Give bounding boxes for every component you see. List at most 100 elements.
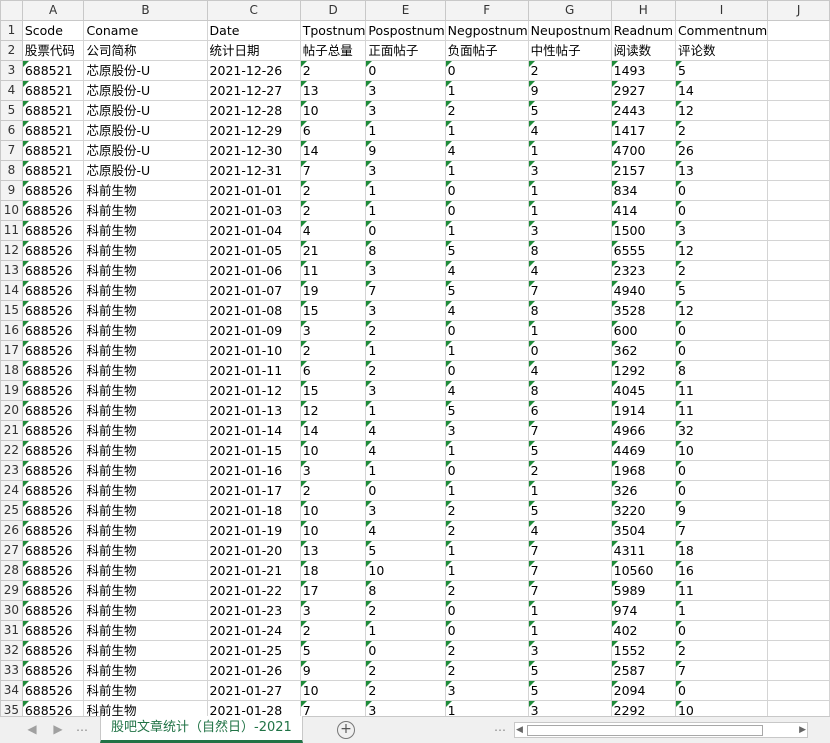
cell[interactable]: 2927: [610, 80, 676, 101]
cell[interactable]: 688526: [21, 620, 85, 641]
cell[interactable]: 18: [674, 540, 769, 561]
cell[interactable]: 1: [527, 140, 612, 161]
cell[interactable]: 4: [444, 380, 529, 401]
column-header[interactable]: F: [444, 0, 529, 21]
cell[interactable]: 2021-01-11: [206, 360, 301, 381]
cell[interactable]: 1: [444, 560, 529, 581]
cell[interactable]: 3: [365, 80, 446, 101]
row-header[interactable]: 4: [0, 80, 23, 101]
cell[interactable]: 688526: [21, 480, 85, 501]
cell[interactable]: 7: [527, 580, 612, 601]
cell[interactable]: [767, 680, 830, 701]
cell[interactable]: 科前生物: [83, 640, 208, 661]
cell[interactable]: 688521: [21, 60, 85, 81]
cell[interactable]: 688521: [21, 140, 85, 161]
cell[interactable]: 4: [365, 520, 446, 541]
cell[interactable]: 2021-01-01: [206, 180, 301, 201]
cell[interactable]: 1: [365, 200, 446, 221]
cell[interactable]: 0: [674, 340, 769, 361]
cell[interactable]: 0: [365, 220, 446, 241]
cell[interactable]: 3: [365, 260, 446, 281]
cell[interactable]: 中性帖子: [527, 40, 612, 61]
cell[interactable]: 688526: [21, 280, 85, 301]
cell[interactable]: 13: [299, 80, 367, 101]
cell[interactable]: 8: [674, 360, 769, 381]
cell[interactable]: 科前生物: [83, 480, 208, 501]
cell[interactable]: 科前生物: [83, 320, 208, 341]
cell[interactable]: 阅读数: [610, 40, 676, 61]
cell[interactable]: 12: [674, 240, 769, 261]
row-header[interactable]: 29: [0, 580, 23, 601]
row-header[interactable]: 22: [0, 440, 23, 461]
cell[interactable]: 8: [365, 240, 446, 261]
cell[interactable]: 688526: [21, 440, 85, 461]
cell[interactable]: [767, 120, 830, 141]
cell[interactable]: 688526: [21, 380, 85, 401]
cell[interactable]: 2: [365, 660, 446, 681]
cell[interactable]: 10: [674, 440, 769, 461]
cell[interactable]: 688526: [21, 240, 85, 261]
cell[interactable]: 2021-01-08: [206, 300, 301, 321]
cell[interactable]: 2021-12-30: [206, 140, 301, 161]
cell[interactable]: 1: [527, 320, 612, 341]
cell[interactable]: 2: [444, 660, 529, 681]
cell[interactable]: 6: [299, 360, 367, 381]
cell[interactable]: Scode: [21, 20, 85, 41]
cell[interactable]: 834: [610, 180, 676, 201]
cell[interactable]: 326: [610, 480, 676, 501]
cell[interactable]: 1: [444, 540, 529, 561]
cell[interactable]: 13: [674, 160, 769, 181]
cell[interactable]: 688526: [21, 560, 85, 581]
row-header[interactable]: 14: [0, 280, 23, 301]
cell[interactable]: 5: [527, 100, 612, 121]
cell[interactable]: 2021-01-12: [206, 380, 301, 401]
cell[interactable]: 11: [674, 380, 769, 401]
cell[interactable]: 14: [299, 140, 367, 161]
cell[interactable]: 2021-01-15: [206, 440, 301, 461]
cell[interactable]: 1: [527, 620, 612, 641]
cell[interactable]: 688526: [21, 660, 85, 681]
cell[interactable]: 10: [299, 520, 367, 541]
cell[interactable]: 688526: [21, 580, 85, 601]
cell[interactable]: 3: [299, 320, 367, 341]
row-header[interactable]: 1: [0, 20, 23, 41]
cell[interactable]: 12: [674, 100, 769, 121]
cell[interactable]: 7: [527, 280, 612, 301]
cell[interactable]: 0: [365, 640, 446, 661]
cell[interactable]: 974: [610, 600, 676, 621]
cell[interactable]: 2021-01-27: [206, 680, 301, 701]
cell[interactable]: 688526: [21, 220, 85, 241]
cell[interactable]: 2021-01-25: [206, 640, 301, 661]
cell[interactable]: [767, 180, 830, 201]
cell[interactable]: 15: [299, 300, 367, 321]
cell[interactable]: [767, 360, 830, 381]
cell[interactable]: 1: [444, 440, 529, 461]
horizontal-scrollbar[interactable]: ◀ ▶: [514, 722, 808, 738]
row-header[interactable]: 16: [0, 320, 23, 341]
cell[interactable]: 科前生物: [83, 440, 208, 461]
row-header[interactable]: 5: [0, 100, 23, 121]
cell[interactable]: 4: [527, 520, 612, 541]
row-header[interactable]: 11: [0, 220, 23, 241]
cell[interactable]: [767, 640, 830, 661]
cell[interactable]: 0: [527, 340, 612, 361]
column-header[interactable]: A: [21, 0, 85, 21]
cell[interactable]: 4: [444, 260, 529, 281]
cell[interactable]: 18: [299, 560, 367, 581]
cell[interactable]: 0: [444, 620, 529, 641]
cell[interactable]: 2: [444, 100, 529, 121]
cell[interactable]: 2: [444, 500, 529, 521]
cell[interactable]: 3: [299, 600, 367, 621]
cell[interactable]: 2021-01-09: [206, 320, 301, 341]
cell[interactable]: 2021-01-05: [206, 240, 301, 261]
cell[interactable]: 科前生物: [83, 600, 208, 621]
cell[interactable]: 0: [674, 480, 769, 501]
cell[interactable]: 2021-01-21: [206, 560, 301, 581]
cell[interactable]: 3504: [610, 520, 676, 541]
cell[interactable]: 688526: [21, 520, 85, 541]
cell[interactable]: 688526: [21, 200, 85, 221]
column-header[interactable]: D: [299, 0, 367, 21]
cell[interactable]: 2: [444, 580, 529, 601]
row-header[interactable]: 13: [0, 260, 23, 281]
row-header[interactable]: 12: [0, 240, 23, 261]
